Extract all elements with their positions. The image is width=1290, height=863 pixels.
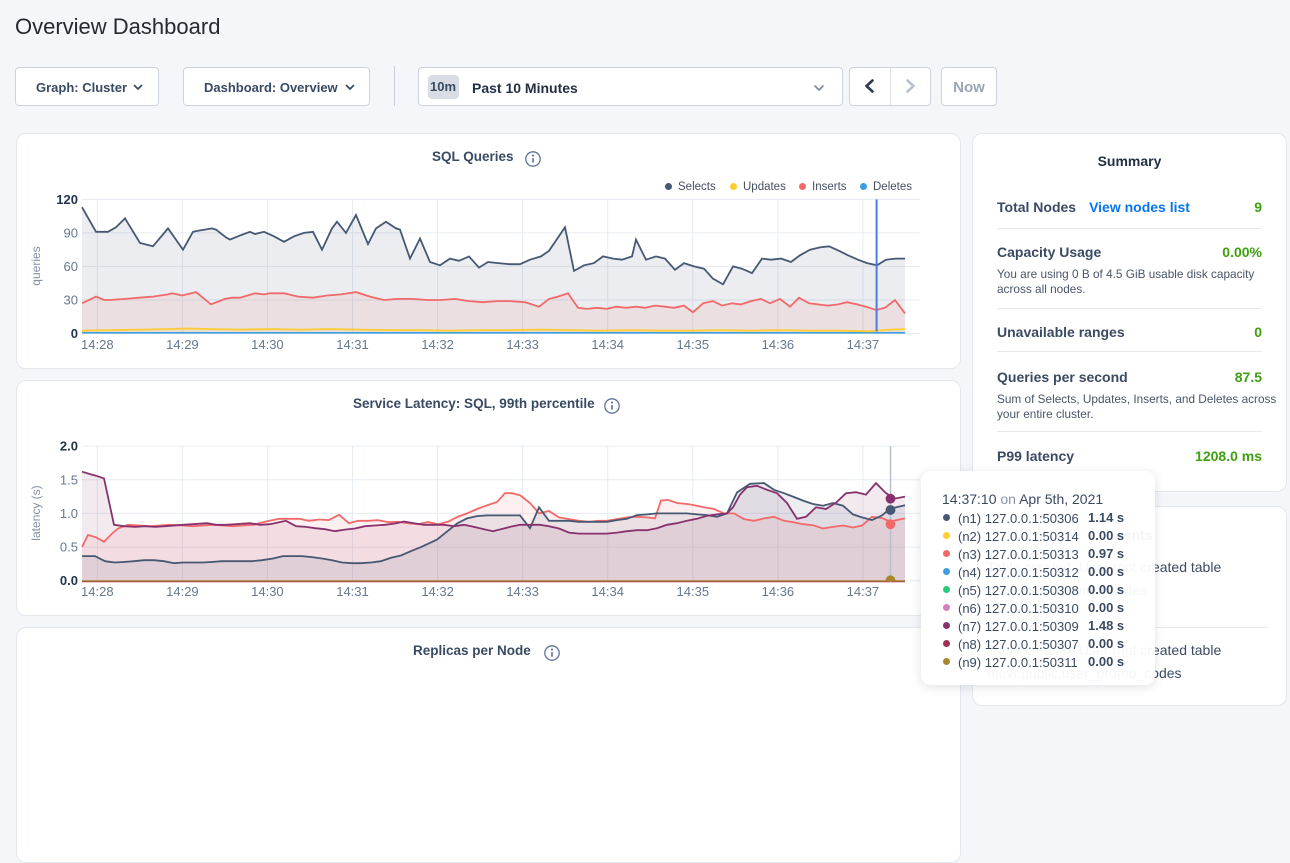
svg-text:14:29: 14:29 [166, 584, 199, 599]
svg-text:14:33: 14:33 [506, 584, 539, 599]
svg-text:14:28: 14:28 [81, 337, 114, 352]
svg-text:14:37: 14:37 [847, 337, 880, 352]
svg-text:14:30: 14:30 [251, 337, 284, 352]
svg-text:120: 120 [56, 192, 78, 207]
svg-text:14:34: 14:34 [591, 337, 624, 352]
svg-text:14:36: 14:36 [762, 337, 795, 352]
svg-text:0: 0 [71, 326, 78, 341]
svg-text:14:31: 14:31 [336, 584, 369, 599]
svg-text:14:34: 14:34 [591, 584, 624, 599]
svg-text:14:32: 14:32 [421, 337, 454, 352]
svg-text:14:30: 14:30 [251, 584, 284, 599]
svg-text:queries: queries [29, 246, 43, 285]
svg-text:60: 60 [64, 259, 78, 274]
svg-text:1.5: 1.5 [60, 472, 78, 487]
svg-text:1.0: 1.0 [60, 506, 78, 521]
svg-text:0.0: 0.0 [60, 573, 78, 588]
svg-text:14:33: 14:33 [506, 337, 539, 352]
svg-text:14:32: 14:32 [421, 584, 454, 599]
svg-text:14:31: 14:31 [336, 337, 369, 352]
svg-text:14:35: 14:35 [677, 337, 710, 352]
svg-text:latency (s): latency (s) [29, 485, 43, 540]
svg-text:2.0: 2.0 [60, 439, 78, 454]
svg-text:14:36: 14:36 [762, 584, 795, 599]
svg-text:0.5: 0.5 [60, 540, 78, 555]
svg-text:14:29: 14:29 [166, 337, 199, 352]
svg-text:30: 30 [64, 293, 78, 308]
svg-text:14:35: 14:35 [677, 584, 710, 599]
svg-text:14:28: 14:28 [81, 584, 114, 599]
svg-text:90: 90 [64, 225, 78, 240]
svg-text:14:37: 14:37 [847, 584, 880, 599]
